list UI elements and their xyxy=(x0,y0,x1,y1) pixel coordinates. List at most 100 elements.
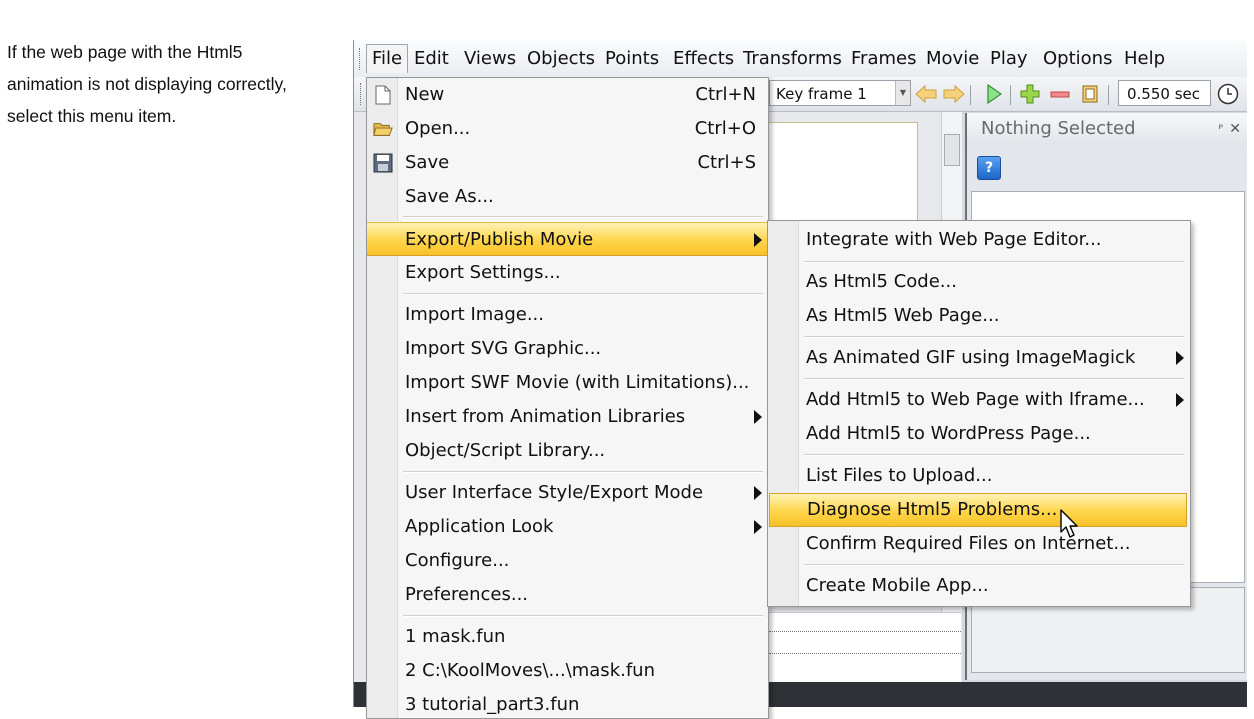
menu-item-import-swf[interactable]: Import SWF Movie (with Limitations)... xyxy=(367,366,768,400)
toolbar-grip xyxy=(360,83,364,105)
menu-item-preferences[interactable]: Preferences... xyxy=(367,578,768,612)
new-document-icon xyxy=(373,85,393,105)
remove-frame-icon[interactable] xyxy=(1048,82,1072,106)
menu-item-label: Add Html5 to Web Page with Iframe... xyxy=(806,389,1145,410)
submenu-item-as-html5-code[interactable]: As Html5 Code... xyxy=(768,265,1190,299)
menu-transforms[interactable]: Transforms xyxy=(738,45,847,73)
menu-item-label: Add Html5 to WordPress Page... xyxy=(806,423,1091,444)
submenu-item-html5-iframe[interactable]: Add Html5 to Web Page with Iframe... xyxy=(768,383,1190,417)
time-field[interactable]: 0.550 sec xyxy=(1118,80,1211,106)
menu-item-recent-file-1[interactable]: 1 mask.fun xyxy=(367,620,768,654)
menu-item-import-image[interactable]: Import Image... xyxy=(367,298,768,332)
menu-options[interactable]: Options xyxy=(1038,45,1117,73)
timeline-area[interactable] xyxy=(769,612,961,683)
submenu-item-as-html5-web-page[interactable]: As Html5 Web Page... xyxy=(768,299,1190,333)
menu-separator xyxy=(804,261,1184,263)
help-button[interactable]: ? xyxy=(977,156,1001,180)
menu-item-label: As Html5 Code... xyxy=(806,271,957,292)
menu-help[interactable]: Help xyxy=(1119,45,1170,73)
menu-item-recent-file-2[interactable]: 2 C:\KoolMoves\...\mask.fun xyxy=(367,654,768,688)
menu-item-label: Open... xyxy=(405,118,471,139)
keyframe-select[interactable]: Key frame 1 ▼ xyxy=(769,80,911,106)
submenu-item-list-files-to-upload[interactable]: List Files to Upload... xyxy=(768,459,1190,493)
menu-item-open[interactable]: Open... Ctrl+O xyxy=(367,112,768,146)
toolbar-separator xyxy=(1010,85,1011,105)
menu-points[interactable]: Points xyxy=(600,45,664,73)
submenu-item-confirm-required-files[interactable]: Confirm Required Files on Internet... xyxy=(768,527,1190,561)
menu-item-label: Save As... xyxy=(405,186,494,207)
menu-item-ui-style-export-mode[interactable]: User Interface Style/Export Mode xyxy=(367,476,768,510)
menu-item-configure[interactable]: Configure... xyxy=(367,544,768,578)
menu-item-label: 1 mask.fun xyxy=(405,626,506,647)
menu-views[interactable]: Views xyxy=(459,45,521,73)
submenu-item-animated-gif[interactable]: As Animated GIF using ImageMagick xyxy=(768,341,1190,375)
menu-file[interactable]: File xyxy=(366,44,409,73)
menu-separator xyxy=(403,471,763,473)
panel-title: Nothing Selected ᴾ ✕ xyxy=(967,113,1247,145)
menu-item-save[interactable]: Save Ctrl+S xyxy=(367,146,768,180)
menu-item-label: User Interface Style/Export Mode xyxy=(405,482,704,503)
menu-item-label: Export Settings... xyxy=(405,262,561,283)
submenu-arrow-icon xyxy=(1176,393,1184,407)
menu-item-label: Diagnose Html5 Problems... xyxy=(807,499,1058,520)
menu-item-label: Configure... xyxy=(405,550,510,571)
menu-item-label: Save xyxy=(405,152,450,173)
menu-separator xyxy=(403,293,763,295)
menu-play[interactable]: Play xyxy=(985,45,1033,73)
submenu-arrow-icon xyxy=(754,520,762,534)
menu-item-shortcut: Ctrl+O xyxy=(694,118,756,139)
arrow-left-icon[interactable] xyxy=(914,82,938,106)
menu-item-shortcut: Ctrl+S xyxy=(697,152,756,173)
menu-item-object-script-library[interactable]: Object/Script Library... xyxy=(367,434,768,468)
menu-item-label: Preferences... xyxy=(405,584,529,605)
menu-separator xyxy=(804,564,1184,566)
time-field-value: 0.550 sec xyxy=(1127,85,1201,103)
scrollbar-thumb[interactable] xyxy=(944,134,960,166)
menu-item-recent-file-3[interactable]: 3 tutorial_part3.fun xyxy=(367,688,768,718)
add-frame-icon[interactable] xyxy=(1018,82,1042,106)
menu-separator xyxy=(403,216,763,218)
play-icon[interactable] xyxy=(982,82,1006,106)
file-menu: New Ctrl+N Open... Ctrl+O Save Ctrl+S Sa… xyxy=(366,77,769,719)
menu-bar: File Edit Views Objects Points Effects T… xyxy=(354,40,1247,78)
toolbar-separator xyxy=(970,85,971,105)
instruction-caption: If the web page with the Html5 animation… xyxy=(7,36,337,132)
menu-item-label: As Html5 Web Page... xyxy=(806,305,1000,326)
caption-line: select this menu item. xyxy=(7,106,177,126)
menu-item-new[interactable]: New Ctrl+N xyxy=(367,78,768,112)
menu-item-application-look[interactable]: Application Look xyxy=(367,510,768,544)
menu-separator xyxy=(804,378,1184,380)
arrow-right-icon[interactable] xyxy=(942,82,966,106)
clock-icon[interactable] xyxy=(1216,82,1240,106)
menu-item-label: As Animated GIF using ImageMagick xyxy=(806,347,1136,368)
menu-item-export-settings[interactable]: Export Settings... xyxy=(367,256,768,290)
menu-objects[interactable]: Objects xyxy=(522,45,600,73)
caption-line: If the web page with the Html5 xyxy=(7,42,243,62)
chevron-down-icon[interactable]: ▼ xyxy=(895,81,910,105)
submenu-item-integrate-web-page-editor[interactable]: Integrate with Web Page Editor... xyxy=(768,223,1190,257)
open-folder-icon xyxy=(373,119,393,139)
menu-item-label: 3 tutorial_part3.fun xyxy=(405,694,580,715)
panel-title-text: Nothing Selected xyxy=(981,118,1136,139)
menu-item-insert-animation-libraries[interactable]: Insert from Animation Libraries xyxy=(367,400,768,434)
submenu-item-html5-wordpress[interactable]: Add Html5 to WordPress Page... xyxy=(768,417,1190,451)
menu-item-label: Confirm Required Files on Internet... xyxy=(806,533,1131,554)
menu-frames[interactable]: Frames xyxy=(846,45,921,73)
menu-item-export-publish-movie[interactable]: Export/Publish Movie xyxy=(367,222,768,256)
frame-properties-icon[interactable] xyxy=(1078,82,1102,106)
menu-separator xyxy=(403,615,763,617)
menu-effects[interactable]: Effects xyxy=(668,45,739,73)
menu-item-save-as[interactable]: Save As... xyxy=(367,180,768,214)
menu-item-import-svg[interactable]: Import SVG Graphic... xyxy=(367,332,768,366)
keyframe-select-value: Key frame 1 xyxy=(776,85,867,103)
submenu-item-create-mobile-app[interactable]: Create Mobile App... xyxy=(768,569,1190,603)
menu-item-label: Import SWF Movie (with Limitations)... xyxy=(405,372,750,393)
submenu-arrow-icon xyxy=(754,410,762,424)
pin-icon[interactable]: ᴾ xyxy=(1218,113,1223,145)
mouse-cursor-icon xyxy=(1060,509,1080,543)
menu-edit[interactable]: Edit xyxy=(409,45,454,73)
close-icon[interactable]: ✕ xyxy=(1229,113,1241,145)
save-disk-icon xyxy=(373,153,393,173)
menu-movie[interactable]: Movie xyxy=(921,45,984,73)
submenu-item-diagnose-html5-problems[interactable]: Diagnose Html5 Problems... xyxy=(769,493,1187,527)
